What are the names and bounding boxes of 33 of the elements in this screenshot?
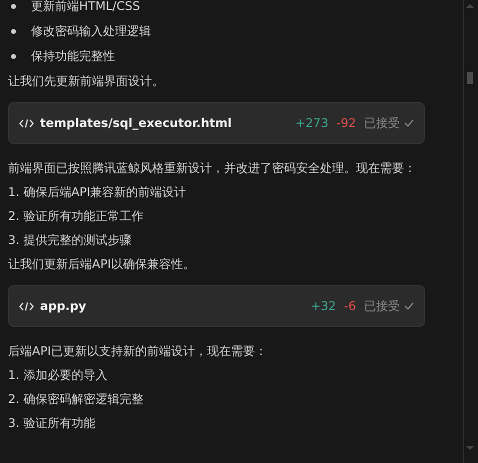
scroll-up-icon[interactable]: [466, 4, 474, 8]
lines-removed: -6: [344, 299, 356, 313]
bullet-icon: [11, 29, 16, 34]
bullet-icon: [11, 4, 16, 9]
lines-removed: -92: [336, 116, 356, 130]
scroll-down-icon[interactable]: [466, 446, 474, 450]
accepted-status: 已接受: [364, 298, 400, 314]
message-text: 1. 确保后端API兼容新的前端设计: [8, 184, 188, 201]
message-text: 后端API已更新以支持新的前端设计，现在需要：: [8, 343, 268, 360]
list-item-text: 更新前端HTML/CSS: [31, 0, 140, 15]
accepted-status: 已接受: [364, 114, 400, 132]
lines-added: +273: [295, 116, 328, 130]
bullet-icon: [11, 54, 16, 59]
message-text: 3. 验证所有功能: [8, 415, 96, 432]
message-text: 让我们更新后端API以确保兼容性。: [8, 256, 196, 273]
check-icon: [404, 119, 414, 127]
message-text: 3. 提供完整的测试步骤: [8, 232, 132, 249]
file-name: templates/sql_executor.html: [40, 116, 232, 130]
file-change-card[interactable]: app.py +32 -6 已接受: [8, 285, 425, 327]
list-item-text: 保持功能完整性: [31, 48, 115, 65]
code-icon: [19, 118, 34, 128]
check-icon: [404, 302, 414, 310]
message-text: 1. 添加必要的导入: [8, 367, 108, 384]
message-text: 2. 验证所有功能正常工作: [8, 208, 144, 225]
file-change-card[interactable]: templates/sql_executor.html +273 -92 已接受: [8, 102, 425, 144]
message-text: 2. 确保密码解密逻辑完整: [8, 391, 144, 408]
file-name: app.py: [40, 299, 86, 313]
message-text: 前端界面已按照腾讯蓝鲸风格重新设计，并改进了密码安全处理。现在需要：: [8, 160, 417, 177]
code-icon: [19, 302, 34, 310]
lines-added: +32: [310, 299, 336, 313]
list-item-text: 修改密码输入处理逻辑: [31, 23, 151, 40]
scroll-thumb[interactable]: [467, 72, 473, 84]
message-text: 让我们先更新前端界面设计。: [8, 73, 165, 90]
